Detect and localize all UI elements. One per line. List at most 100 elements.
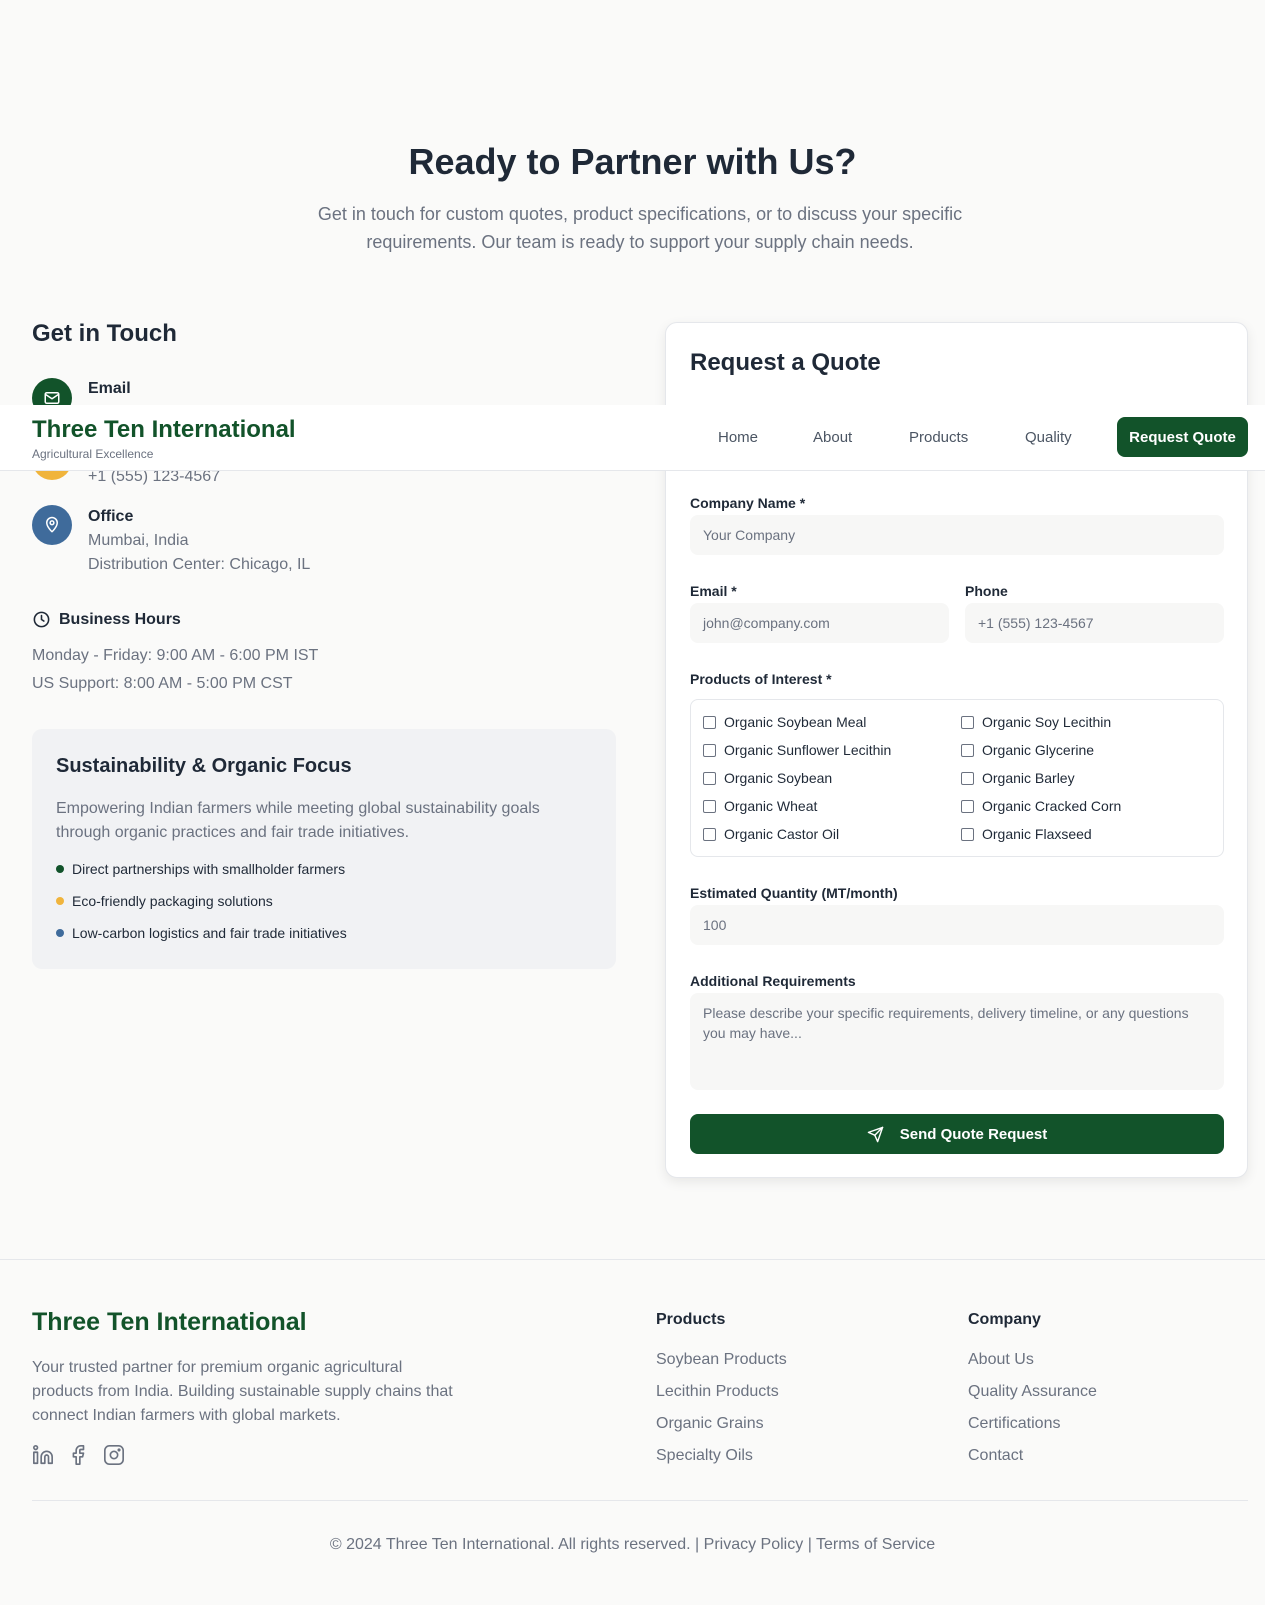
sustainability-item: Low-carbon logistics and fair trade init…: [56, 925, 347, 941]
sustainability-panel: Sustainability & Organic Focus Empowerin…: [32, 729, 616, 969]
quantity-input[interactable]: 100: [690, 905, 1224, 945]
checkbox-label: Organic Soybean Meal: [724, 714, 867, 730]
office-line-1: Mumbai, India: [88, 532, 189, 549]
quantity-label: Estimated Quantity (MT/month): [690, 885, 898, 901]
product-checkbox[interactable]: Organic Cracked Corn: [961, 798, 1121, 814]
requirements-label: Additional Requirements: [690, 973, 856, 989]
email-field-label: Email *: [690, 583, 737, 599]
footer-link-certifications[interactable]: Certifications: [968, 1415, 1060, 1433]
checkbox-label: Organic Castor Oil: [724, 826, 840, 842]
products-checkbox-group: Organic Soybean Meal Organic Soy Lecithi…: [690, 699, 1224, 857]
footer-link-about[interactable]: About Us: [968, 1351, 1034, 1369]
product-checkbox[interactable]: Organic Sunflower Lecithin: [703, 742, 891, 758]
phone-field[interactable]: +1 (555) 123-4567: [965, 603, 1224, 643]
product-checkbox[interactable]: Organic Flaxseed: [961, 826, 1092, 842]
terms-of-service-link[interactable]: Terms of Service: [816, 1536, 935, 1553]
hero-title: Ready to Partner with Us?: [408, 141, 857, 182]
business-hours-label: Business Hours: [59, 610, 181, 628]
sustainability-item: Direct partnerships with smallholder far…: [56, 861, 345, 877]
product-checkbox[interactable]: Organic Glycerine: [961, 742, 1094, 758]
send-icon: [867, 1126, 884, 1142]
top-navigation: Three Ten International Agricultural Exc…: [0, 405, 1265, 471]
footer-link-contact[interactable]: Contact: [968, 1447, 1023, 1465]
checkbox[interactable]: [961, 827, 974, 841]
checkbox[interactable]: [703, 827, 716, 841]
product-checkbox[interactable]: Organic Soybean: [703, 770, 832, 786]
nav-link-home[interactable]: Home: [718, 429, 758, 446]
footer-copyright-bar: © 2024 Three Ten International. All righ…: [0, 1536, 1265, 1554]
checkbox-label: Organic Barley: [982, 770, 1075, 786]
checkbox[interactable]: [703, 715, 716, 729]
sustainability-title: Sustainability & Organic Focus: [56, 755, 352, 777]
sustainability-item-text: Low-carbon logistics and fair trade init…: [72, 925, 347, 941]
sustainability-item: Eco-friendly packaging solutions: [56, 893, 273, 909]
separator: |: [807, 1536, 812, 1553]
office-icon-circle: [32, 505, 72, 545]
footer-products-title: Products: [656, 1311, 726, 1328]
nav-link-about[interactable]: About: [813, 429, 852, 446]
checkbox-label: Organic Soybean: [724, 770, 833, 786]
footer-company-title: Company: [968, 1311, 1041, 1328]
nav-brand[interactable]: Three Ten International: [32, 416, 296, 444]
checkbox[interactable]: [703, 771, 716, 785]
footer-link-quality[interactable]: Quality Assurance: [968, 1383, 1097, 1401]
linkedin-icon[interactable]: [32, 1444, 54, 1466]
footer-link-lecithin[interactable]: Lecithin Products: [656, 1383, 779, 1401]
nav-link-products[interactable]: Products: [909, 429, 968, 446]
checkbox-label: Organic Glycerine: [982, 742, 1095, 758]
checkbox[interactable]: [703, 799, 716, 813]
checkbox[interactable]: [703, 743, 716, 757]
checkbox-label: Organic Wheat: [724, 798, 818, 814]
product-checkbox[interactable]: Organic Soybean Meal: [703, 714, 866, 730]
footer-description: Your trusted partner for premium organic…: [32, 1359, 453, 1424]
product-checkbox[interactable]: Organic Castor Oil: [703, 826, 839, 842]
privacy-policy-link[interactable]: Privacy Policy: [704, 1536, 804, 1553]
checkbox[interactable]: [961, 715, 974, 729]
checkbox-label: Organic Soy Lecithin: [982, 714, 1112, 730]
bullet-dot: [56, 865, 64, 873]
company-name-input[interactable]: Your Company: [690, 515, 1224, 555]
checkbox-label: Organic Cracked Corn: [982, 798, 1122, 814]
checkbox[interactable]: [961, 771, 974, 785]
business-hours-title: Business Hours: [32, 610, 181, 629]
checkbox-label: Organic Sunflower Lecithin: [724, 742, 892, 758]
bullet-dot: [56, 929, 64, 937]
checkbox[interactable]: [961, 799, 974, 813]
sustainability-item-text: Direct partnerships with smallholder far…: [72, 861, 346, 877]
sustainability-description: Empowering Indian farmers while meeting …: [56, 800, 540, 841]
email-field[interactable]: john@company.com: [690, 603, 949, 643]
separator: |: [695, 1536, 700, 1553]
request-quote-button[interactable]: Request Quote: [1117, 417, 1248, 457]
office-line-2: Distribution Center: Chicago, IL: [88, 556, 311, 573]
product-checkbox[interactable]: Organic Wheat: [703, 798, 817, 814]
requirements-textarea[interactable]: Please describe your specific requiremen…: [690, 993, 1224, 1090]
nav-link-quality[interactable]: Quality: [1025, 429, 1072, 446]
product-checkbox[interactable]: Organic Soy Lecithin: [961, 714, 1111, 730]
checkbox[interactable]: [961, 743, 974, 757]
footer-link-oils[interactable]: Specialty Oils: [656, 1447, 753, 1465]
checkbox-label: Organic Flaxseed: [982, 826, 1092, 842]
email-label: Email: [88, 380, 131, 397]
footer-link-grains[interactable]: Organic Grains: [656, 1415, 764, 1433]
company-name-label: Company Name *: [690, 495, 806, 511]
quote-form-title: Request a Quote: [690, 349, 881, 376]
sustainability-item-text: Eco-friendly packaging solutions: [72, 893, 273, 909]
nav-tagline: Agricultural Excellence: [32, 447, 154, 461]
bullet-dot: [56, 897, 64, 905]
product-checkbox[interactable]: Organic Barley: [961, 770, 1075, 786]
clock-icon: [33, 611, 50, 628]
footer-divider: [0, 1259, 1265, 1260]
map-pin-icon: [46, 516, 58, 533]
hours-line-2: US Support: 8:00 AM - 5:00 PM CST: [32, 675, 293, 692]
footer-link-soybean[interactable]: Soybean Products: [656, 1351, 787, 1369]
footer-brand: Three Ten International: [32, 1308, 307, 1336]
instagram-icon[interactable]: [103, 1444, 125, 1466]
products-of-interest-label: Products of Interest *: [690, 671, 832, 687]
phone-field-label: Phone: [965, 583, 1008, 599]
get-in-touch-heading: Get in Touch: [32, 320, 177, 347]
office-label: Office: [88, 508, 134, 525]
send-quote-button[interactable]: Send Quote Request: [690, 1114, 1224, 1154]
facebook-icon[interactable]: [67, 1444, 89, 1466]
hours-line-1: Monday - Friday: 9:00 AM - 6:00 PM IST: [32, 647, 319, 664]
hero-subtitle: Get in touch for custom quotes, product …: [317, 204, 963, 252]
